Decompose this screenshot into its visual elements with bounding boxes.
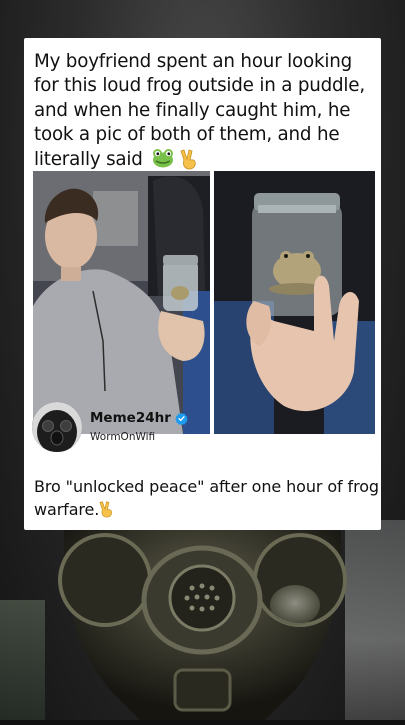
victory-hand-emoji-icon [180,149,196,170]
post-caption: My boyfriend spent an hour looking for t… [34,50,376,172]
caption-text: My boyfriend spent an hour looking for t… [34,51,365,170]
author-handle[interactable]: WormOnWifi [90,431,155,443]
photo-man-with-frog-jar [33,171,210,434]
author-display-name[interactable]: Meme24hr [90,410,171,426]
gas-mask-background-image [45,515,360,720]
verified-badge-icon [175,412,188,425]
photo-frog-jar-closeup [214,171,375,434]
tweet-text: Bro "unlocked peace" after one hour of f… [34,476,379,521]
victory-hand-emoji-icon [99,500,113,518]
caption-emoji-group [152,148,198,170]
tweet-header: Meme24hr WormOnWifi [32,399,372,452]
meme-card: My boyfriend spent an hour looking for t… [24,38,381,530]
avatar[interactable] [32,402,82,452]
background-glow [0,600,45,720]
tweet-body-text: Bro "unlocked peace" after one hour of f… [34,477,379,519]
frog-face-emoji-icon [153,148,174,168]
tweet-author-row: Meme24hr [90,410,188,426]
page-root: { "post": { "caption": "My boyfriend spe… [0,0,405,720]
